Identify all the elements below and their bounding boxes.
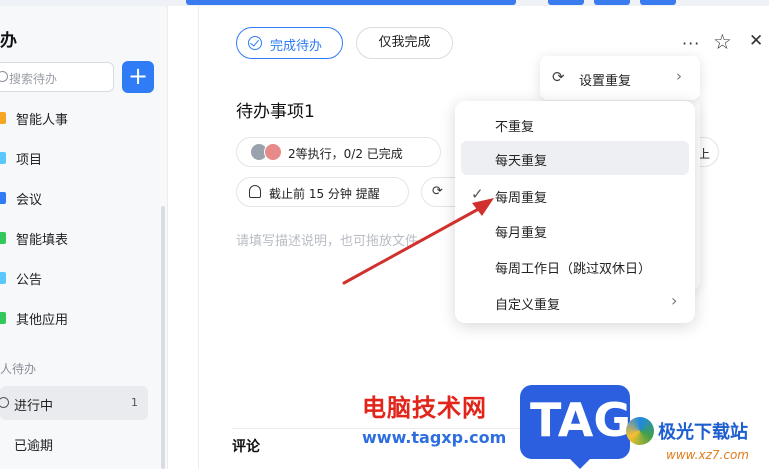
complete-todo-label: 完成待办 xyxy=(270,39,323,54)
repeat-options-menu: 不重复 每天重复 ✓ 每周重复 每月重复 每周工作日（跳过双休日） 自定义重复 … xyxy=(455,101,695,323)
status-label: 进行中 xyxy=(14,399,54,414)
watermark-tagxp: 电脑技术网 www.tagxp.com xyxy=(362,388,512,458)
aurora-logo-icon xyxy=(626,417,654,445)
status-label: 已逾期 xyxy=(14,439,54,454)
add-todo-button[interactable]: + xyxy=(122,61,154,93)
sidebar-item-label: 公告 xyxy=(16,273,43,288)
project-app-icon xyxy=(0,152,6,164)
assignee-chip[interactable]: 2等执行，0/2 已完成 xyxy=(236,137,441,167)
sidebar-item-meeting[interactable]: 会议 xyxy=(0,184,150,212)
chevron-right-icon: › xyxy=(676,67,682,85)
repeat-option-label: 不重复 xyxy=(495,120,535,135)
watermark-xz7: 极光下载站 www.xz7.com xyxy=(626,412,769,469)
status-count: 1 xyxy=(131,396,138,409)
my-todos-section-title: 人待办 xyxy=(0,362,37,376)
assignee-chip-label: 2等执行，0/2 已完成 xyxy=(288,147,403,161)
repeat-option-custom[interactable]: 自定义重复 › xyxy=(461,285,689,319)
sidebar-title: 办 xyxy=(0,31,17,51)
description-input[interactable]: 请填写描述说明，也可拖放文件 xyxy=(236,230,418,249)
close-icon[interactable]: ✕ xyxy=(749,31,763,51)
sidebar-item-other-apps[interactable]: 其他应用 xyxy=(0,304,150,332)
other-apps-icon xyxy=(0,312,6,324)
top-tab-2[interactable] xyxy=(548,0,584,5)
status-overdue[interactable]: 已逾期 xyxy=(0,426,148,460)
top-tab-active[interactable] xyxy=(186,0,516,5)
repeat-icon: ⟳ xyxy=(552,68,565,86)
repeat-option-label: 每周重复 xyxy=(495,191,548,206)
meeting-app-icon xyxy=(0,192,6,204)
sidebar-item-label: 项目 xyxy=(16,153,43,168)
sidebar-item-form[interactable]: 智能填表 xyxy=(0,224,150,252)
comment-title: 评论 xyxy=(232,439,260,455)
check-circle-icon xyxy=(248,36,262,50)
more-icon[interactable]: ··· xyxy=(682,34,700,53)
sidebar-item-notice[interactable]: 公告 xyxy=(0,264,150,292)
repeat-option-label: 每天重复 xyxy=(495,154,548,169)
sidebar: 办 搜索待办 + 智能人事 项目 会议 智能填表 公告 其他应用 人待办 进行中… xyxy=(0,6,168,469)
top-tab-4[interactable] xyxy=(640,0,676,5)
reminder-chip-label: 截止前 15 分钟 提醒 xyxy=(269,187,380,201)
tag-logo-text: TAG xyxy=(530,393,632,447)
complete-todo-button[interactable]: 完成待办 xyxy=(236,27,343,59)
repeat-option-label: 自定义重复 xyxy=(495,298,561,313)
check-icon: ✓ xyxy=(471,185,484,203)
form-app-icon xyxy=(0,232,6,244)
chevron-right-icon: › xyxy=(671,291,678,310)
clock-icon xyxy=(0,397,9,408)
watermark-site-name: 电脑技术网 xyxy=(362,394,487,422)
repeat-option-weekly[interactable]: ✓ 每周重复 xyxy=(461,178,689,212)
repeat-option-monthly[interactable]: 每月重复 xyxy=(461,213,689,247)
sidebar-item-label: 其他应用 xyxy=(16,313,69,328)
repeat-option-daily[interactable]: 每天重复 xyxy=(461,141,689,175)
tag-logo: TAG xyxy=(520,385,632,469)
hr-app-icon xyxy=(0,112,6,124)
repeat-option-weekdays[interactable]: 每周工作日（跳过双休日） xyxy=(461,249,689,283)
star-icon[interactable]: ☆ xyxy=(713,30,732,54)
sidebar-item-label: 智能人事 xyxy=(16,113,69,128)
set-repeat-menu-item[interactable]: ⟳ 设置重复 › xyxy=(540,56,700,100)
watermark-site-url: www.tagxp.com xyxy=(362,428,507,447)
sidebar-item-project[interactable]: 项目 xyxy=(0,144,150,172)
repeat-option-none[interactable]: 不重复 xyxy=(461,107,689,141)
repeat-option-label: 每月重复 xyxy=(495,226,548,241)
search-placeholder: 搜索待办 xyxy=(9,72,58,86)
app-window: 办 搜索待办 + 智能人事 项目 会议 智能填表 公告 其他应用 人待办 进行中… xyxy=(0,0,769,469)
search-input[interactable]: 搜索待办 xyxy=(0,62,114,92)
repeat-option-label: 每周工作日（跳过双休日） xyxy=(495,262,652,277)
bell-icon xyxy=(249,185,261,198)
top-tab-3[interactable] xyxy=(594,0,630,5)
set-repeat-label: 设置重复 xyxy=(579,74,632,89)
status-in-progress[interactable]: 进行中 1 xyxy=(0,386,148,420)
search-icon xyxy=(0,71,8,82)
sidebar-item-label: 会议 xyxy=(16,193,43,208)
task-title[interactable]: 待办事项1 xyxy=(236,97,315,122)
reminder-chip[interactable]: 截止前 15 分钟 提醒 xyxy=(236,177,409,207)
only-me-complete-button[interactable]: 仅我完成 xyxy=(356,27,453,59)
sidebar-item-label: 智能填表 xyxy=(16,233,69,248)
watermark2-site-url: www.xz7.com xyxy=(666,448,749,462)
repeat-icon: ⟳ xyxy=(432,184,443,199)
sidebar-scrollbar[interactable] xyxy=(161,206,165,469)
sidebar-item-hr[interactable]: 智能人事 xyxy=(0,104,150,132)
notice-app-icon xyxy=(0,272,6,284)
watermark2-site-name: 极光下载站 xyxy=(658,422,748,443)
avatar xyxy=(264,143,282,161)
